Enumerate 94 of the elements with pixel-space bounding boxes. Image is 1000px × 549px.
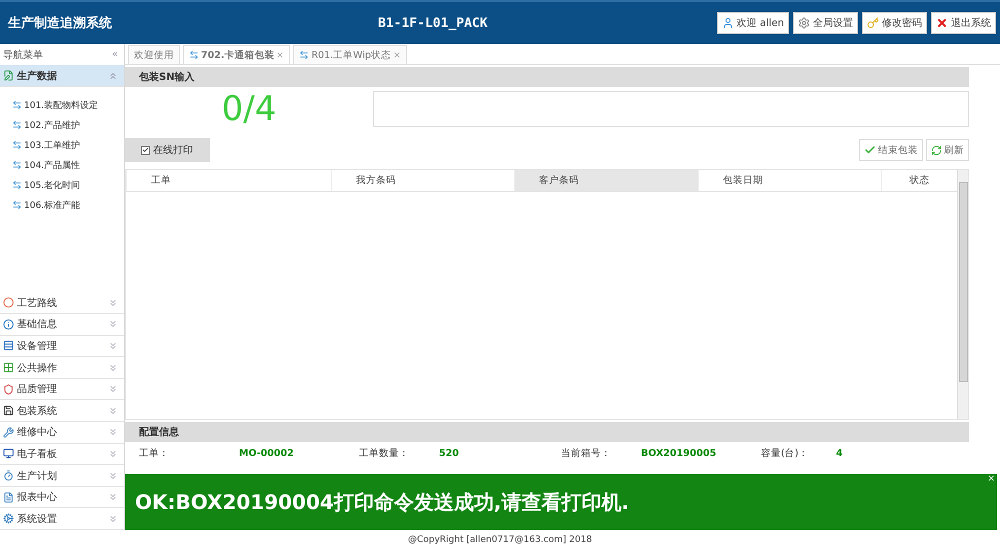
banner-close-button[interactable]: × (987, 474, 995, 484)
tab-label: 702.卡通箱包装 (201, 48, 274, 62)
key-icon (867, 17, 879, 29)
check-icon (864, 144, 876, 156)
menu-group-label: 生产计划 (17, 470, 57, 483)
field-value: 4 (836, 448, 844, 458)
wrench-icon (3, 426, 14, 438)
tab[interactable]: R01.工单Wip状态 (293, 45, 408, 64)
expand-icon (108, 298, 118, 308)
field-label: 工单数量： (359, 446, 410, 460)
menu-group[interactable]: 电子看板 (0, 444, 124, 466)
close-icon (936, 17, 948, 29)
header-button[interactable]: 修改密码 (862, 12, 927, 34)
menu-group[interactable]: 生产数据 (0, 65, 124, 87)
tab-label: 欢迎使用 (134, 48, 174, 62)
field-value: BOX20190005 (641, 448, 718, 458)
field-value: 520 (439, 448, 460, 458)
field-label: 工单： (139, 446, 170, 460)
expand-icon (108, 362, 118, 373)
grid-icon (3, 362, 14, 374)
circle-icon (3, 297, 14, 308)
menu-group[interactable]: 设备管理 (0, 336, 124, 358)
station-title: B1-1F-L01_PACK (378, 16, 489, 30)
action-button[interactable]: 结束包装 (859, 139, 923, 161)
field-label: 当前箱号： (561, 446, 612, 460)
info-icon (3, 318, 14, 330)
menu-group-label: 公共操作 (17, 362, 57, 375)
arrows-icon (12, 180, 22, 190)
refresh-icon (931, 144, 942, 156)
header-button[interactable]: 欢迎 allen (716, 12, 789, 34)
online-print-checkbox[interactable]: 在线打印 (125, 138, 210, 162)
tab[interactable]: 欢迎使用 (128, 45, 180, 64)
menu-group-label: 生产数据 (17, 70, 57, 82)
arrows-icon (12, 140, 22, 150)
field-label: 容量(台)： (761, 446, 810, 460)
arrows-icon (12, 200, 22, 210)
menu-item[interactable]: 105.老化时间 (12, 175, 124, 195)
expand-icon (108, 427, 118, 438)
menu-group-label: 设备管理 (17, 340, 57, 353)
field-value: MO-00002 (239, 448, 295, 458)
user-icon (722, 17, 734, 29)
arrows-icon (12, 120, 22, 130)
header-button[interactable]: 退出系统 (931, 12, 996, 34)
document-icon (3, 492, 14, 503)
settings-icon (3, 513, 14, 524)
arrows-icon (189, 50, 199, 60)
menu-group-label: 电子看板 (17, 448, 57, 461)
expand-icon (108, 492, 118, 502)
timer-icon (3, 470, 14, 482)
section-header: 包装SN输入 (125, 67, 969, 87)
section-header: 配置信息 (125, 422, 969, 442)
menu-item[interactable]: 104.产品属性 (12, 155, 124, 175)
settings-icon (798, 17, 810, 29)
expand-icon (108, 448, 118, 459)
menu-group-label: 品质管理 (17, 382, 57, 396)
arrows-icon (299, 50, 310, 60)
menu-group-label: 基础信息 (17, 318, 57, 332)
menu-item[interactable]: 102.产品维护 (12, 115, 124, 135)
menu-item[interactable]: 106.标准产能 (12, 195, 124, 215)
monitor-icon (3, 448, 14, 460)
expand-icon (108, 384, 118, 394)
expand-icon (108, 470, 118, 481)
sn-input-field[interactable] (373, 91, 969, 127)
arrows-icon (12, 160, 22, 170)
message-text: OK:BOX20190004打印命令发送成功,请查看打印机. (135, 488, 629, 516)
scrollbar[interactable] (957, 170, 968, 419)
close-icon[interactable] (393, 51, 402, 59)
menu-item[interactable]: 101.装配物料设定 (12, 95, 124, 115)
expand-icon (108, 406, 118, 416)
save-icon (3, 405, 14, 416)
copyright-text: @CopyRight [allen0717@163.com] 2018 (408, 534, 592, 544)
list-icon (3, 340, 14, 352)
expand-icon (108, 340, 118, 351)
collapse-icon (108, 70, 118, 80)
expand-icon (108, 319, 118, 330)
close-icon[interactable] (276, 51, 284, 59)
app-title: 生产制造追溯系统 (8, 14, 113, 32)
arrows-icon (12, 100, 22, 110)
menu-group-label: 报表中心 (17, 490, 57, 504)
action-button[interactable]: 刷新 (926, 139, 969, 161)
menu-group-label: 工艺路线 (17, 296, 57, 310)
menu-group-label: 系统设置 (17, 512, 57, 526)
menu-item[interactable]: 103.工单维护 (12, 135, 124, 155)
tab-label: R01.工单Wip状态 (311, 48, 392, 62)
menu-group-label: 包装系统 (17, 404, 57, 418)
header-button[interactable]: 全局设置 (793, 12, 858, 34)
package-counter: 0/4 (220, 89, 278, 129)
sidebar-title: 导航菜单 (3, 48, 43, 62)
edit-icon (3, 70, 14, 81)
tab[interactable]: 702.卡通箱包装 (183, 45, 290, 64)
expand-icon (108, 514, 118, 524)
column-header[interactable]: 客户条码 (514, 170, 698, 191)
shield-icon (3, 384, 14, 395)
menu-group-label: 维修中心 (17, 426, 57, 440)
